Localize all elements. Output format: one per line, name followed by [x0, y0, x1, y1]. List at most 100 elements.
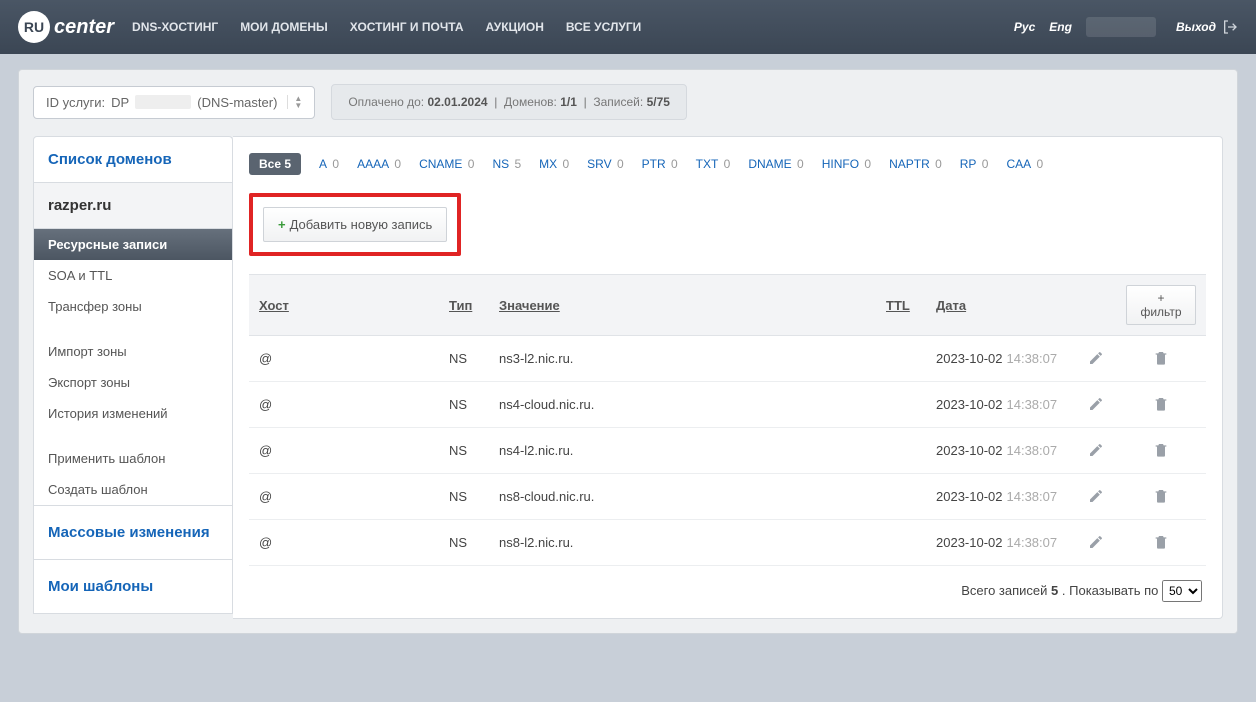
add-highlight: + Добавить новую запись: [249, 193, 461, 256]
edit-icon[interactable]: [1086, 348, 1106, 368]
paid-value: 02.01.2024: [428, 95, 488, 109]
sidebar-current-domain[interactable]: razper.ru: [33, 182, 233, 229]
lang-ru[interactable]: Рус: [1014, 20, 1035, 34]
type-pill-cname[interactable]: CNAME 0: [419, 157, 474, 171]
plus-icon: +: [278, 217, 286, 232]
domains-value: 1/1: [560, 95, 577, 109]
sidebar-templates[interactable]: Мои шаблоны: [33, 560, 233, 614]
delete-icon[interactable]: [1151, 348, 1171, 368]
cell-ttl: [876, 336, 926, 382]
records-table: Хост Тип Значение TTL Дата + фильтр @NSn…: [249, 274, 1206, 566]
col-ttl[interactable]: TTL: [876, 275, 926, 336]
nav-dns[interactable]: DNS-ХОСТИНГ: [132, 20, 218, 34]
nav-services[interactable]: ВСЕ УСЛУГИ: [566, 20, 641, 34]
sidebar-item-soa[interactable]: SOA и TTL: [34, 260, 232, 291]
cell-ttl: [876, 428, 926, 474]
sidebar-item-records[interactable]: Ресурсные записи: [34, 229, 232, 260]
pager-total: 5: [1051, 583, 1058, 598]
stepper-icon: ▲▼: [287, 95, 302, 109]
edit-icon[interactable]: [1086, 440, 1106, 460]
service-row: ID услуги: DP (DNS-master) ▲▼ Оплачено д…: [33, 84, 1223, 120]
delete-icon[interactable]: [1151, 532, 1171, 552]
sidebar-item-apply-tpl[interactable]: Применить шаблон: [34, 443, 232, 474]
type-pill-caa[interactable]: CAA 0: [1006, 157, 1043, 171]
pager: Всего записей 5 . Показывать по 50: [249, 566, 1206, 602]
cell-ttl: [876, 382, 926, 428]
logo[interactable]: RU center: [18, 11, 114, 43]
cell-value: ns4-l2.nic.ru.: [489, 428, 876, 474]
panel: ID услуги: DP (DNS-master) ▲▼ Оплачено д…: [18, 69, 1238, 634]
col-value[interactable]: Значение: [489, 275, 876, 336]
edit-icon[interactable]: [1086, 532, 1106, 552]
user-blur: [1086, 17, 1156, 37]
table-row: @NSns4-l2.nic.ru.2023-10-0214:38:07: [249, 428, 1206, 474]
nav-hosting[interactable]: ХОСТИНГ И ПОЧТА: [350, 20, 464, 34]
cell-type: NS: [439, 520, 489, 566]
cell-host: @: [249, 520, 439, 566]
delete-icon[interactable]: [1151, 440, 1171, 460]
top-bar: RU center DNS-ХОСТИНГ МОИ ДОМЕНЫ ХОСТИНГ…: [0, 0, 1256, 54]
service-prefix: DP: [111, 95, 129, 110]
sidebar-item-create-tpl[interactable]: Создать шаблон: [34, 474, 232, 505]
cell-ttl: [876, 520, 926, 566]
cell-date: 2023-10-0214:38:07: [926, 428, 1076, 474]
cell-date: 2023-10-0214:38:07: [926, 520, 1076, 566]
type-pill-naptr[interactable]: NAPTR 0: [889, 157, 942, 171]
col-type[interactable]: Тип: [439, 275, 489, 336]
type-pill-txt[interactable]: TXT 0: [696, 157, 731, 171]
service-suffix: (DNS-master): [197, 95, 277, 110]
pager-total-label: Всего записей: [961, 583, 1047, 598]
service-id-blur: [135, 95, 191, 109]
logout-label: Выход: [1176, 20, 1216, 34]
service-label: ID услуги:: [46, 95, 105, 110]
delete-icon[interactable]: [1151, 486, 1171, 506]
exit-icon: [1222, 19, 1238, 35]
sidebar-mass[interactable]: Массовые изменения: [33, 506, 233, 560]
col-host[interactable]: Хост: [249, 275, 439, 336]
type-pill-srv[interactable]: SRV 0: [587, 157, 623, 171]
type-pill-ns[interactable]: NS 5: [492, 157, 521, 171]
filter-button[interactable]: + фильтр: [1126, 285, 1196, 325]
add-record-button[interactable]: + Добавить новую запись: [263, 207, 447, 242]
cell-type: NS: [439, 474, 489, 520]
service-select[interactable]: ID услуги: DP (DNS-master) ▲▼: [33, 86, 315, 119]
type-pill-aaaa[interactable]: AAAA 0: [357, 157, 401, 171]
cell-value: ns8-l2.nic.ru.: [489, 520, 876, 566]
pager-show-label: . Показывать по: [1062, 583, 1158, 598]
table-row: @NSns4-cloud.nic.ru.2023-10-0214:38:07: [249, 382, 1206, 428]
nav-auction[interactable]: АУКЦИОН: [486, 20, 544, 34]
top-nav: DNS-ХОСТИНГ МОИ ДОМЕНЫ ХОСТИНГ И ПОЧТА А…: [132, 20, 1014, 34]
type-pill-ptr[interactable]: PTR 0: [642, 157, 678, 171]
records-label: Записей:: [593, 95, 643, 109]
sidebar-item-history[interactable]: История изменений: [34, 398, 232, 429]
lang-en[interactable]: Eng: [1049, 20, 1072, 34]
type-pill-a[interactable]: A 0: [319, 157, 339, 171]
col-date[interactable]: Дата: [926, 275, 1076, 336]
cell-type: NS: [439, 382, 489, 428]
cell-value: ns3-l2.nic.ru.: [489, 336, 876, 382]
type-pill-все[interactable]: Все 5: [249, 153, 301, 175]
nav-domains[interactable]: МОИ ДОМЕНЫ: [240, 20, 328, 34]
type-pill-mx[interactable]: MX 0: [539, 157, 569, 171]
cell-date: 2023-10-0214:38:07: [926, 336, 1076, 382]
type-pill-hinfo[interactable]: HINFO 0: [822, 157, 871, 171]
edit-icon[interactable]: [1086, 394, 1106, 414]
type-pill-dname[interactable]: DNAME 0: [748, 157, 803, 171]
cell-date: 2023-10-0214:38:07: [926, 382, 1076, 428]
cell-host: @: [249, 336, 439, 382]
cell-value: ns4-cloud.nic.ru.: [489, 382, 876, 428]
logo-badge: RU: [18, 11, 50, 43]
sidebar-item-transfer[interactable]: Трансфер зоны: [34, 291, 232, 322]
type-pill-rp[interactable]: RP 0: [960, 157, 989, 171]
sidebar-item-import[interactable]: Импорт зоны: [34, 336, 232, 367]
sidebar-domains-title[interactable]: Список доменов: [33, 136, 233, 182]
cell-date: 2023-10-0214:38:07: [926, 474, 1076, 520]
pager-select[interactable]: 50: [1162, 580, 1202, 602]
main-content: Все 5 A 0 AAAA 0 CNAME 0 NS 5 MX 0 SRV 0 PTR 0 T…: [233, 136, 1223, 619]
delete-icon[interactable]: [1151, 394, 1171, 414]
sidebar-item-export[interactable]: Экспорт зоны: [34, 367, 232, 398]
add-record-label: Добавить новую запись: [290, 217, 433, 232]
sidebar-menu: Ресурсные записи SOA и TTL Трансфер зоны…: [33, 229, 233, 506]
logout[interactable]: Выход: [1176, 19, 1238, 35]
edit-icon[interactable]: [1086, 486, 1106, 506]
